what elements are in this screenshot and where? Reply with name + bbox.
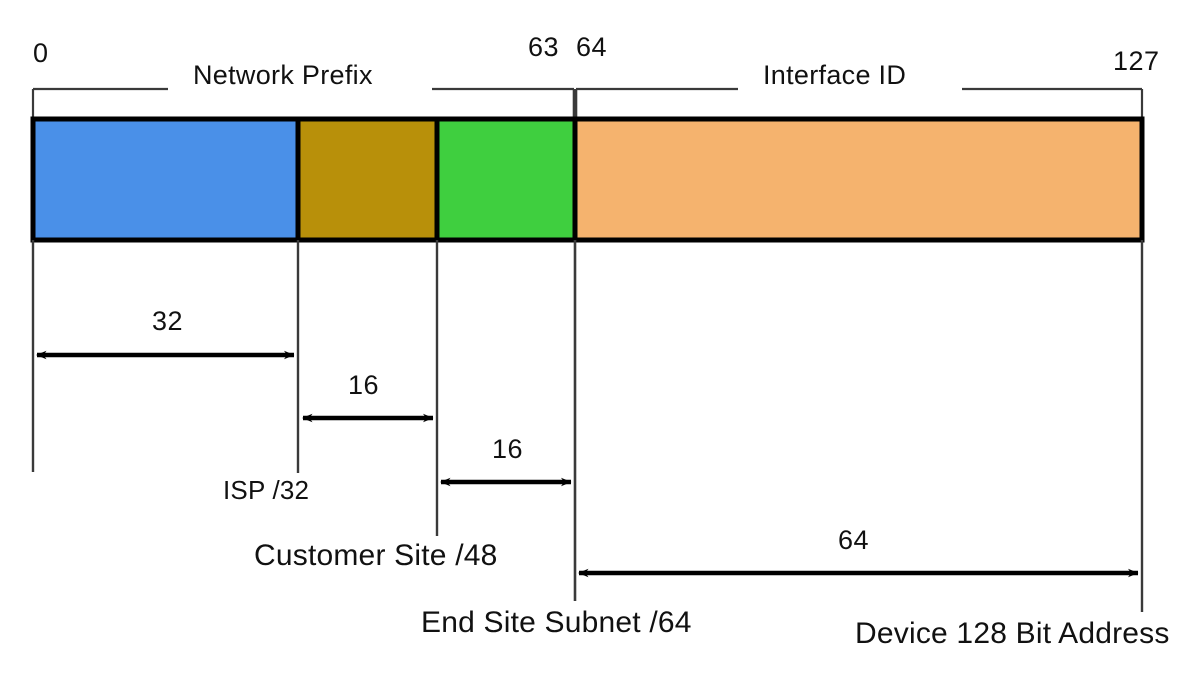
scale-label-bit-63: 63 — [528, 32, 560, 62]
address-bar — [30, 116, 1145, 243]
measure-label-64: 64 — [838, 525, 870, 555]
scale-label-bit-64: 64 — [576, 32, 608, 62]
segment-customer-site — [295, 116, 440, 243]
measure-label-16-subnet: 16 — [492, 434, 524, 464]
caption-end-site-subnet-64: End Site Subnet /64 — [421, 606, 692, 639]
bracket-interface-id — [574, 87, 1144, 121]
segment-interface-id — [572, 116, 1145, 243]
bracket-network-prefix — [31, 87, 576, 121]
caption-isp-32: ISP /32 — [223, 475, 310, 505]
measurement-arrows — [36, 350, 1139, 578]
section-title-interface-id: Interface ID — [763, 60, 907, 90]
segment-end-site-subnet — [434, 116, 578, 243]
measure-label-32: 32 — [152, 306, 184, 336]
caption-device-128-bit-address: Device 128 Bit Address — [855, 617, 1170, 650]
segment-isp — [30, 116, 301, 243]
ipv6-address-structure-diagram: 0 63 64 127 Network Prefix Interface ID … — [0, 0, 1191, 697]
caption-customer-site-48: Customer Site /48 — [254, 539, 498, 572]
section-title-network-prefix: Network Prefix — [193, 60, 373, 90]
diagram-canvas — [30, 87, 1145, 612]
scale-label-bit-0: 0 — [33, 38, 49, 68]
scale-label-bit-127: 127 — [1113, 46, 1160, 76]
measure-label-16-customer: 16 — [348, 370, 380, 400]
guide-lines — [31, 240, 1144, 612]
